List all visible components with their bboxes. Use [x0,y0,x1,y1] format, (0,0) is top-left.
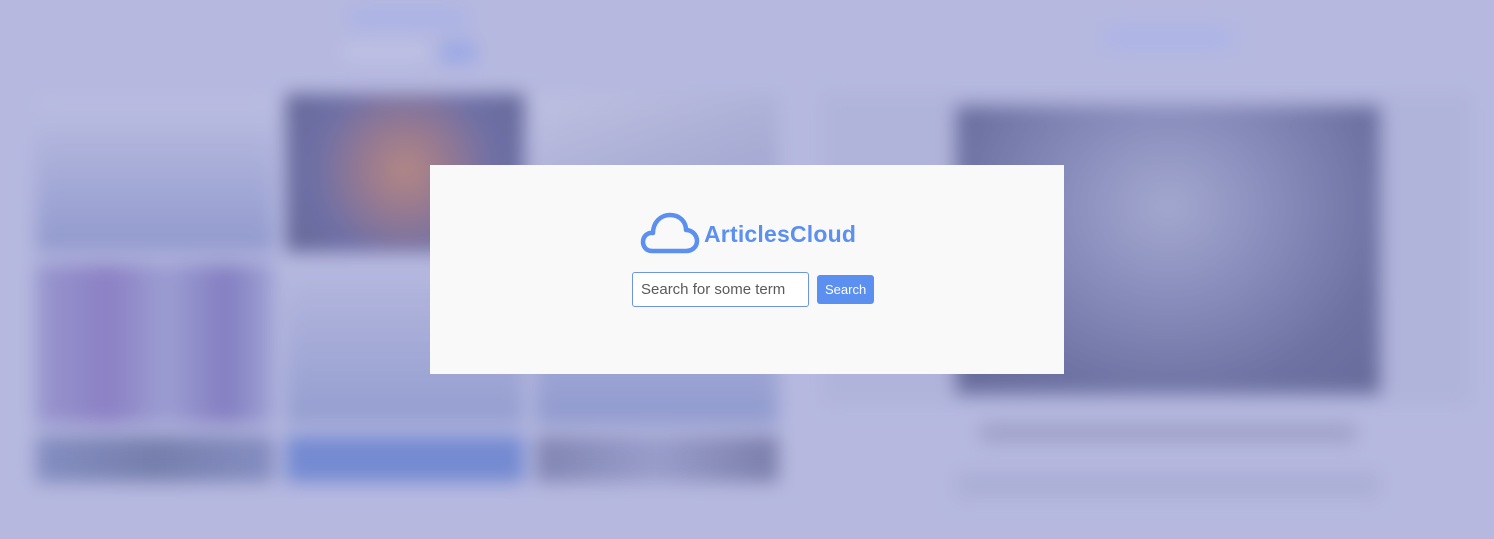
logo-text: ArticlesCloud [704,220,857,247]
search-modal: ArticlesCloud Search [430,165,1064,374]
search-button[interactable]: Search [817,275,875,304]
cloud-icon [640,209,700,257]
search-form: Search [632,272,875,307]
search-input[interactable] [632,272,809,307]
articlescloud-logo: ArticlesCloud [640,209,856,257]
